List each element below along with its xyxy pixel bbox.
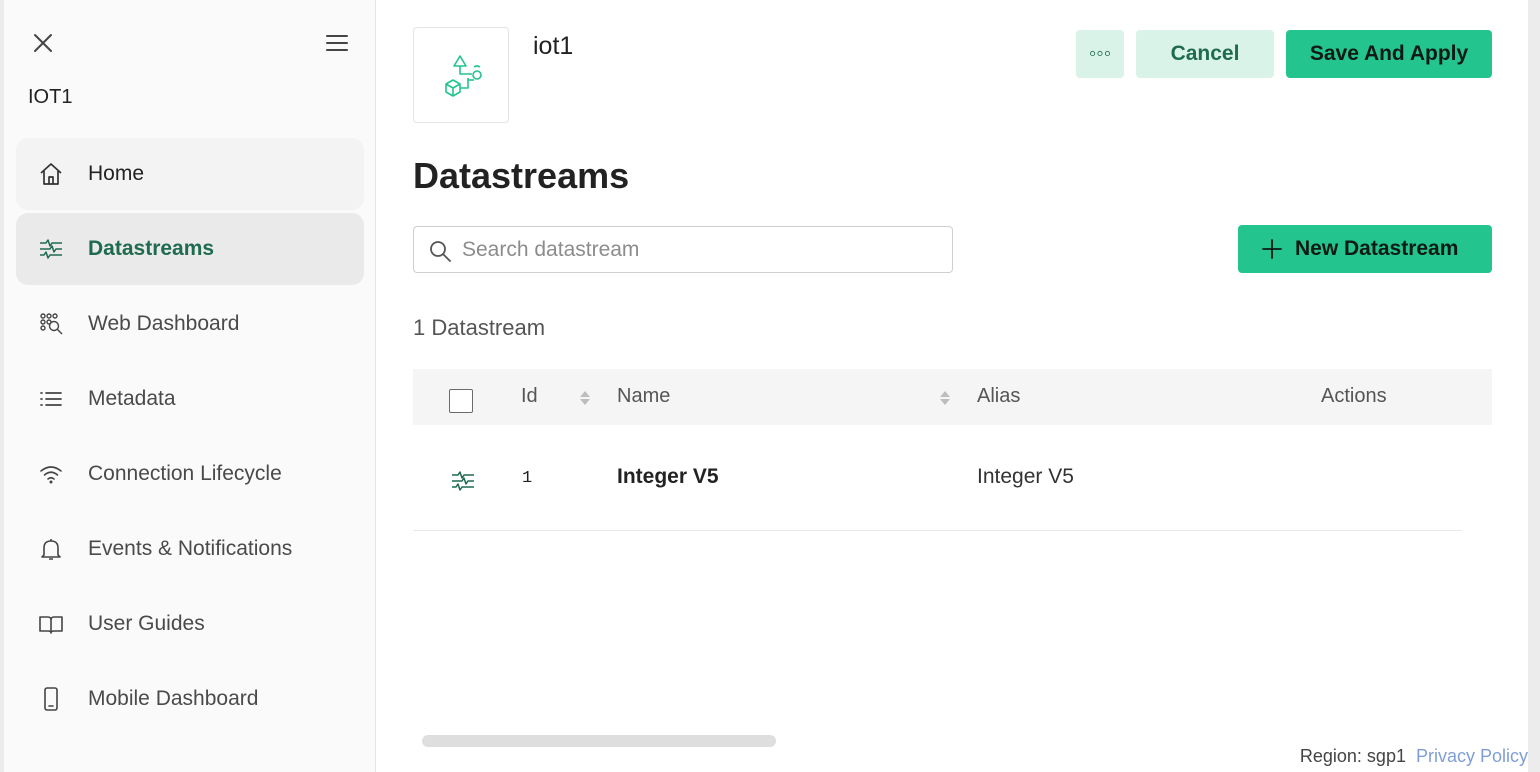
privacy-policy-link[interactable]: Privacy Policy: [1416, 746, 1528, 766]
web-dashboard-icon: [38, 311, 64, 337]
book-icon: [38, 611, 64, 637]
list-icon: [38, 386, 64, 412]
sidebar-item-user-guides[interactable]: User Guides: [16, 588, 364, 660]
sidebar-item-metadata[interactable]: Metadata: [16, 363, 364, 435]
main-content: iot1 ◦◦◦ Cancel Save And Apply Datastrea…: [377, 0, 1528, 772]
sidebar-item-mobile-dashboard[interactable]: Mobile Dashboard: [16, 663, 364, 735]
new-datastream-button[interactable]: New Datastream: [1238, 225, 1492, 273]
sidebar-item-label: Events & Notifications: [88, 537, 293, 560]
page-title: Datastreams: [413, 155, 630, 196]
datastream-count: 1 Datastream: [413, 315, 546, 340]
sidebar-item-label: Web Dashboard: [88, 312, 240, 335]
search-box: [413, 226, 953, 273]
sidebar-item-home[interactable]: Home: [16, 138, 364, 210]
home-icon: [38, 161, 64, 187]
more-dots-icon: ◦◦◦: [1088, 42, 1112, 65]
footer: Region: sgp1 Privacy Policy: [1300, 746, 1528, 767]
cell-name[interactable]: Integer V5: [617, 465, 719, 489]
table-header: Id Name Alias Actions: [413, 369, 1492, 425]
iot-device-icon: [445, 55, 482, 97]
wifi-icon: [38, 461, 64, 487]
region-text: Region: sgp1: [1299, 746, 1406, 766]
search-input[interactable]: [462, 227, 942, 272]
sidebar-item-label: Connection Lifecycle: [88, 462, 282, 485]
new-datastream-label: New Datastream: [1295, 237, 1459, 260]
sidebar-template-title: IOT1: [28, 86, 73, 108]
mobile-icon: [38, 686, 64, 712]
sidebar: IOT1 Home Datastreams Web Dashboard Meta…: [4, 0, 376, 772]
horizontal-scrollbar[interactable]: [422, 735, 776, 747]
hamburger-menu-icon[interactable]: [324, 30, 350, 56]
more-options-button[interactable]: ◦◦◦: [1076, 30, 1124, 78]
datastream-row-icon: [450, 468, 476, 494]
cancel-button[interactable]: Cancel: [1136, 30, 1274, 78]
window-frame-right: [1528, 0, 1540, 772]
bell-icon: [38, 536, 64, 562]
plus-icon: [1262, 239, 1282, 259]
sort-id-icon[interactable]: [579, 389, 591, 407]
table-row[interactable]: 1 Integer V5 Integer V5: [413, 425, 1462, 531]
close-icon[interactable]: [30, 30, 56, 56]
datastreams-icon: [38, 236, 64, 262]
sort-name-icon[interactable]: [939, 389, 951, 407]
column-header-actions: Actions: [1321, 385, 1387, 407]
save-and-apply-button[interactable]: Save And Apply: [1286, 30, 1492, 78]
sidebar-item-label: User Guides: [88, 612, 205, 635]
sidebar-item-label: Datastreams: [88, 237, 215, 260]
sidebar-item-datastreams[interactable]: Datastreams: [16, 213, 364, 285]
sidebar-item-web-dashboard[interactable]: Web Dashboard: [16, 288, 364, 360]
device-image[interactable]: [413, 27, 509, 123]
search-icon: [428, 239, 452, 263]
sidebar-item-label: Home: [88, 162, 145, 185]
column-header-name[interactable]: Name: [617, 385, 670, 408]
select-all-checkbox[interactable]: [449, 389, 473, 413]
sidebar-nav: Home Datastreams Web Dashboard Metadata …: [16, 138, 364, 738]
sidebar-item-events-notifications[interactable]: Events & Notifications: [16, 513, 364, 585]
column-header-alias: Alias: [977, 385, 1021, 407]
sidebar-item-label: Metadata: [88, 387, 176, 410]
cell-id: 1: [522, 469, 533, 488]
column-header-id[interactable]: Id: [521, 385, 538, 408]
device-name: iot1: [533, 32, 574, 60]
sidebar-item-connection-lifecycle[interactable]: Connection Lifecycle: [16, 438, 364, 510]
sidebar-item-label: Mobile Dashboard: [88, 687, 259, 710]
cell-alias: Integer V5: [977, 465, 1074, 488]
